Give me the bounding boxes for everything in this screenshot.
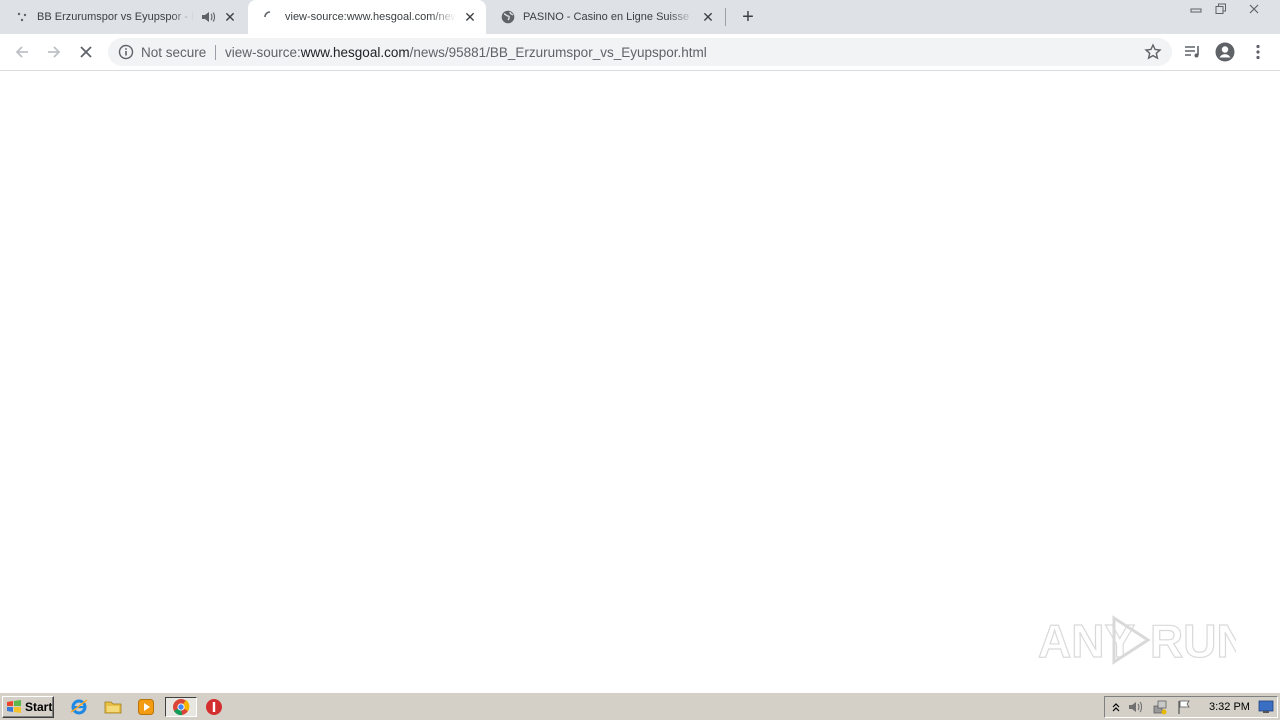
tab-view-source[interactable]: view-source:www.hesgoal.com/new ✕ [248,0,486,34]
media-control-icon[interactable] [1183,42,1203,62]
close-tab-icon[interactable]: ✕ [222,9,238,25]
back-arrow-icon [15,46,28,58]
new-tab-button[interactable]: + [736,5,760,29]
anyrun-watermark: ANY RUN [1037,614,1236,667]
start-button[interactable]: Start [2,696,54,718]
url-text[interactable]: view-source:www.hesgoal.com/news/95881/B… [225,45,707,60]
not-secure-label[interactable]: Not secure [141,45,206,60]
browser-toolbar: Not secure view-source:www.hesgoal.com/n… [0,34,1280,71]
info-icon[interactable] [118,44,134,60]
close-tab-icon[interactable]: ✕ [700,9,716,25]
speaker-icon[interactable] [200,9,216,25]
internet-explorer-icon[interactable] [68,697,90,717]
url-host: www.hesgoal.com [300,45,410,60]
url-prefix: view-source: [225,45,301,60]
address-bar[interactable]: Not secure view-source:www.hesgoal.com/n… [108,38,1172,66]
bookmark-star-icon[interactable] [1144,43,1162,61]
clock[interactable]: 3:32 PM [1209,701,1250,713]
volume-icon[interactable] [1127,699,1145,715]
close-tab-icon[interactable]: ✕ [462,9,478,25]
show-hidden-icons-icon[interactable] [1107,699,1125,715]
page-content [0,72,1280,692]
stop-x-icon [80,46,92,58]
network-icon[interactable] [1151,699,1169,715]
windows-taskbar: Start 3:32 PM [0,692,1280,720]
minimize-button[interactable] [1183,0,1209,18]
action-center-flag-icon[interactable] [1175,699,1193,715]
system-tray: 3:32 PM [1104,696,1278,718]
url-path: /news/95881/BB_Erzurumspor_vs_Eyupspor.h… [409,45,707,60]
menu-kebab-icon[interactable] [1248,42,1268,62]
soccer-ball-icon [14,9,30,25]
loading-spinner-icon [262,9,278,25]
watermark-run: RUN [1150,615,1236,667]
stop-loading-button[interactable] [72,38,100,66]
tab-separator [725,8,726,26]
close-window-button[interactable] [1240,0,1268,18]
tab-title: BB Erzurumspor vs Eyupspor - H [37,11,194,23]
windows-logo-icon [7,700,21,713]
forward-button[interactable] [40,38,68,66]
omnibox-divider [215,45,216,60]
forward-arrow-icon [48,46,61,58]
tab-pasino[interactable]: PASINO - Casino en Ligne Suisse - S ✕ [486,0,724,34]
folder-icon[interactable] [102,697,124,717]
back-button[interactable] [8,38,36,66]
globe-icon [500,9,516,25]
tab-title: view-source:www.hesgoal.com/new [285,11,456,23]
show-desktop-icon[interactable] [1257,699,1275,715]
restore-button[interactable] [1208,0,1234,18]
media-player-icon[interactable] [135,697,157,717]
chrome-icon[interactable] [165,697,197,717]
stop-icon[interactable] [203,697,225,717]
tab-title: PASINO - Casino en Ligne Suisse - S [523,11,694,23]
tab-bb-erzurumspor[interactable]: BB Erzurumspor vs Eyupspor - H ✕ [0,0,246,34]
tab-strip: BB Erzurumspor vs Eyupspor - H ✕ view-so… [0,0,1280,34]
profile-avatar-icon[interactable] [1215,42,1235,62]
start-label: Start [25,700,53,714]
